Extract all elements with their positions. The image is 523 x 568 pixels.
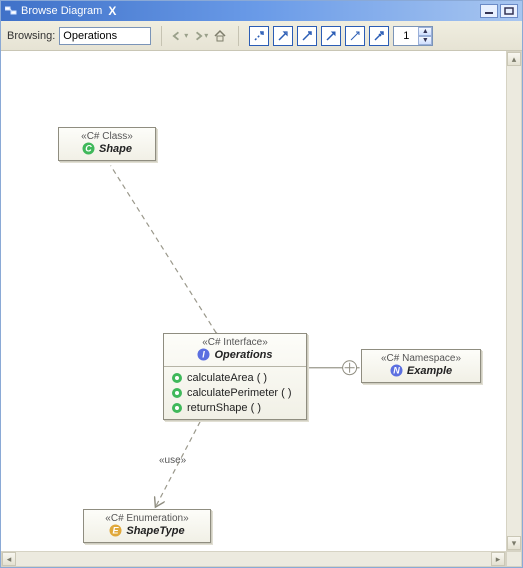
canvas-area: «use» «C# Class» C Shape «C# Interface» — [1, 51, 522, 567]
node-name: Example — [407, 365, 452, 377]
relation-tool-3[interactable] — [297, 26, 317, 46]
method-icon — [170, 386, 183, 399]
stereotype-label: «C# Class» — [67, 131, 147, 142]
namespace-node-example[interactable]: «C# Namespace» N Example — [361, 349, 481, 383]
home-button[interactable] — [212, 28, 228, 44]
scroll-left-button[interactable]: ◂ — [2, 552, 16, 566]
node-name: ShapeType — [126, 525, 184, 537]
depth-input[interactable] — [394, 27, 418, 45]
operation-name: returnShape ( ) — [187, 402, 261, 414]
enum-icon: E — [109, 524, 122, 537]
titlebar: Browse Diagram X — [1, 1, 522, 21]
stereotype-label: «C# Namespace» — [370, 353, 472, 364]
stereotype-label: «C# Interface» — [172, 337, 298, 348]
browsing-input[interactable] — [59, 27, 151, 45]
back-button[interactable] — [172, 28, 188, 44]
stereotype-label: «C# Enumeration» — [92, 513, 202, 524]
close-tab-button[interactable]: X — [108, 4, 116, 18]
relation-tool-6[interactable] — [369, 26, 389, 46]
enum-node-shapetype[interactable]: «C# Enumeration» E ShapeType — [83, 509, 211, 543]
diagram-tab-icon — [5, 5, 17, 17]
maximize-button[interactable] — [500, 4, 518, 18]
node-name: Shape — [99, 143, 132, 155]
class-node-shape[interactable]: «C# Class» C Shape — [58, 127, 156, 161]
relation-tool-5[interactable] — [345, 26, 365, 46]
titlebar-title: Browse Diagram — [21, 5, 102, 17]
interface-node-operations[interactable]: «C# Interface» I Operations calculateAre… — [163, 333, 307, 420]
minimize-button[interactable] — [480, 4, 498, 18]
relation-tool-1[interactable] — [249, 26, 269, 46]
operation-row: calculatePerimeter ( ) — [170, 385, 300, 400]
svg-text:N: N — [393, 366, 400, 376]
namespace-icon: N — [390, 364, 403, 377]
relation-tool-2[interactable] — [273, 26, 293, 46]
scroll-down-button[interactable]: ▾ — [507, 536, 521, 550]
forward-button[interactable] — [192, 28, 208, 44]
scroll-corner — [506, 551, 522, 567]
depth-spinner[interactable]: ▲ ▼ — [393, 26, 433, 46]
toolbar: Browsing: — [1, 21, 522, 51]
vertical-scrollbar[interactable]: ▴ ▾ — [506, 51, 522, 551]
interface-icon: I — [197, 348, 210, 361]
operation-name: calculateArea ( ) — [187, 372, 267, 384]
relation-tool-4[interactable] — [321, 26, 341, 46]
browsing-label: Browsing: — [7, 30, 55, 42]
use-edge-label: «use» — [159, 455, 186, 466]
operation-row: calculateArea ( ) — [170, 370, 300, 385]
scroll-right-button[interactable]: ▸ — [491, 552, 505, 566]
browse-diagram-window: Browse Diagram X Browsing: — [0, 0, 523, 568]
svg-text:C: C — [85, 144, 92, 154]
depth-up-button[interactable]: ▲ — [418, 27, 432, 36]
method-icon — [170, 371, 183, 384]
scroll-up-button[interactable]: ▴ — [507, 52, 521, 66]
diagram-canvas[interactable]: «use» «C# Class» C Shape «C# Interface» — [1, 51, 506, 551]
operation-row: returnShape ( ) — [170, 400, 300, 415]
horizontal-scrollbar[interactable]: ◂ ▸ — [1, 551, 506, 567]
operation-name: calculatePerimeter ( ) — [187, 387, 292, 399]
method-icon — [170, 401, 183, 414]
depth-down-button[interactable]: ▼ — [418, 36, 432, 45]
edges-layer — [1, 51, 506, 551]
class-icon: C — [82, 142, 95, 155]
node-name: Operations — [214, 349, 272, 361]
svg-text:E: E — [113, 526, 120, 536]
